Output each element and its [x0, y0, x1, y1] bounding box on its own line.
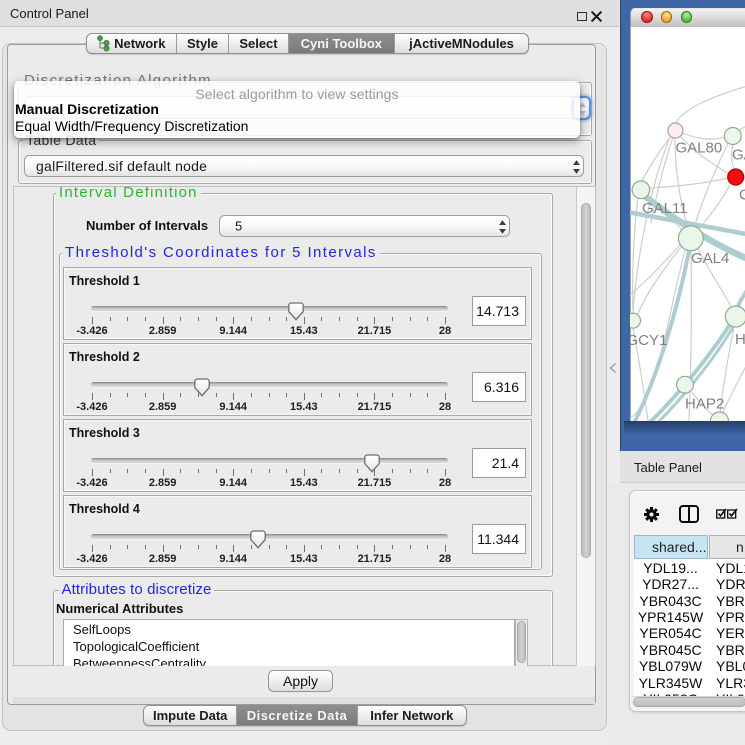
svg-text:H: H: [735, 331, 745, 348]
svg-text:GCY1: GCY1: [630, 332, 667, 349]
svg-text:HAP2: HAP2: [685, 396, 724, 413]
svg-text:GA: GA: [732, 147, 745, 164]
svg-text:GAL11: GAL11: [642, 200, 688, 217]
svg-text:GAL4: GAL4: [691, 250, 729, 267]
svg-text:GAL80: GAL80: [676, 140, 723, 157]
svg-text:C: C: [739, 187, 745, 204]
